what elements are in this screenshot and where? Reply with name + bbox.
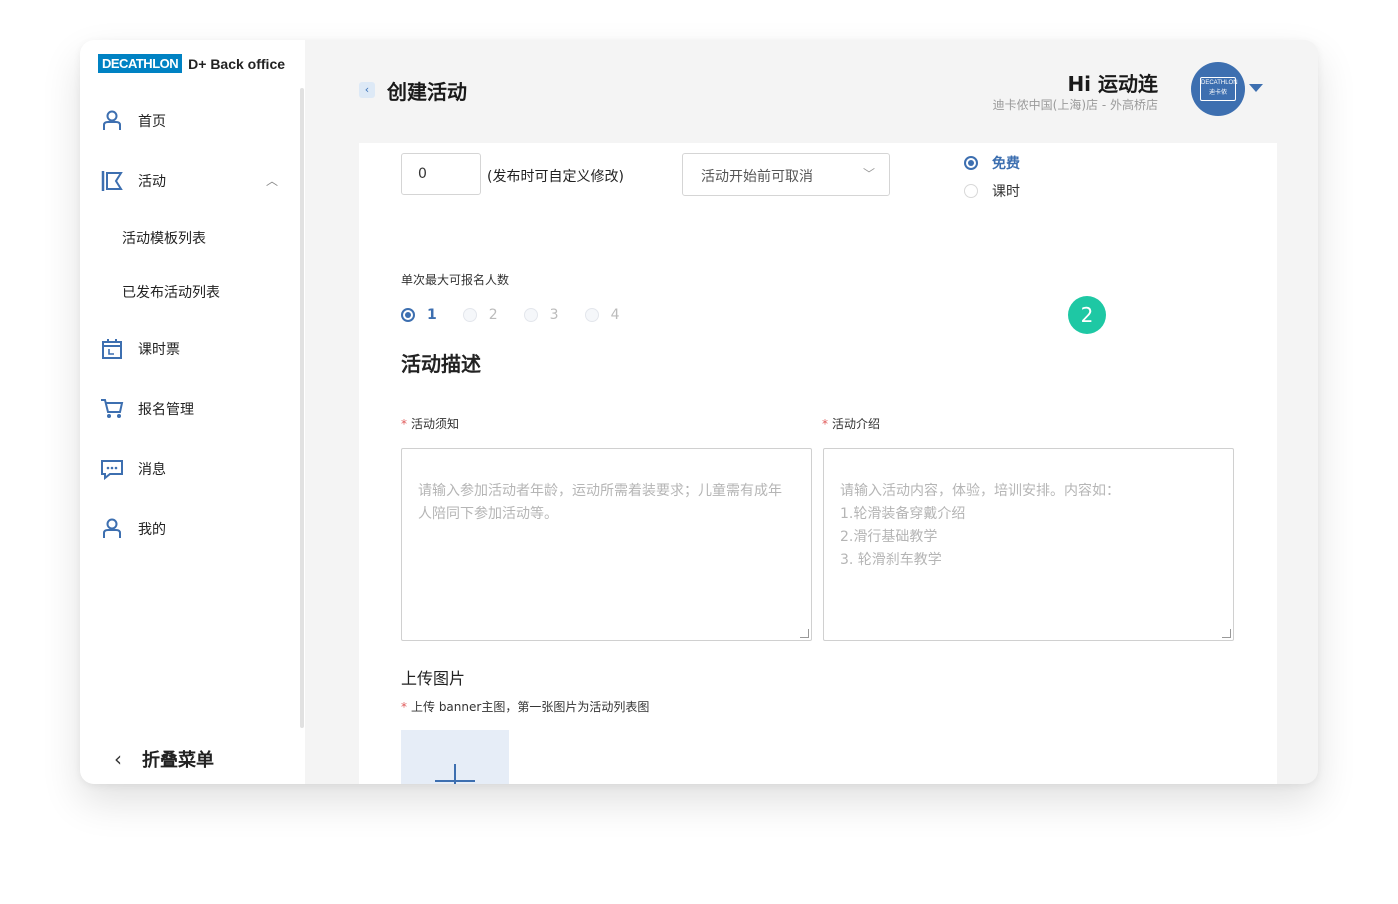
upload-hint-text: 上传 banner主图，第一张图片为活动列表图 xyxy=(411,700,650,714)
main-content: ‹ 创建活动 Hi 运动连 迪卡侬中国(上海)店 - 外高桥店 DECATHLO… xyxy=(305,40,1318,784)
required-mark: * xyxy=(401,700,407,714)
sidebar-item-label: 首页 xyxy=(138,114,166,130)
intro-placeholder: 请输入活动内容，体验，培训安排。内容如： 1.轮滑装备穿戴介绍 2.滑行基础教学… xyxy=(840,483,1120,568)
form-card: 0 (发布时可自定义修改) 活动开始前可取消 ﹀ 免费 课时 单次最大可报名人数… xyxy=(359,143,1277,784)
sidebar-item-mine[interactable]: 我的 xyxy=(100,514,166,544)
max-people-option-label: 4 xyxy=(610,307,620,323)
decathlon-logo: DECATHLON xyxy=(98,54,183,73)
caret-down-icon[interactable] xyxy=(1249,84,1263,92)
cancel-policy-select[interactable]: 活动开始前可取消 ﹀ xyxy=(682,153,890,196)
step-badge: 2 xyxy=(1068,296,1106,334)
intro-textarea[interactable]: 请输入活动内容，体验，培训安排。内容如： 1.轮滑装备穿戴介绍 2.滑行基础教学… xyxy=(823,448,1234,641)
chevron-down-icon: ﹀ xyxy=(862,167,875,181)
sidebar-item-lesson-tickets[interactable]: 课时票 xyxy=(100,334,180,364)
upload-image-button[interactable] xyxy=(401,730,509,784)
page-title: 创建活动 xyxy=(387,80,467,104)
avatar-logo: DECATHLON 迪卡侬 xyxy=(1200,77,1238,101)
calendar-icon xyxy=(100,337,124,361)
upload-hint: * 上传 banner主图，第一张图片为活动列表图 xyxy=(401,698,649,715)
avatar[interactable]: DECATHLON 迪卡侬 xyxy=(1191,62,1245,116)
notice-label: * 活动须知 xyxy=(401,415,459,432)
sidebar-item-label: 我的 xyxy=(138,522,166,538)
sidebar-subitem-templates[interactable]: 活动模板列表 xyxy=(122,228,206,248)
radio-disabled[interactable] xyxy=(523,308,538,322)
user-greeting: Hi 运动连 xyxy=(1067,72,1158,96)
brand: DECATHLON D+ Back office xyxy=(98,54,285,73)
max-people-option-label: 3 xyxy=(549,307,559,323)
resize-handle-icon[interactable] xyxy=(1222,629,1231,638)
store-name: 迪卡侬中国(上海)店 - 外高桥店 xyxy=(992,98,1158,112)
sidebar-item-label: 报名管理 xyxy=(138,402,194,418)
required-mark: * xyxy=(401,417,407,431)
price-option-free[interactable]: 免费 xyxy=(964,153,1020,173)
resize-handle-icon[interactable] xyxy=(800,629,809,638)
product-name: D+ Back office xyxy=(188,55,286,72)
required-mark: * xyxy=(822,417,828,431)
max-people-option-label: 2 xyxy=(488,307,498,323)
sidebar-item-label: 消息 xyxy=(138,462,166,478)
radio-disabled[interactable] xyxy=(584,308,599,322)
max-people-label: 单次最大可报名人数 xyxy=(401,273,510,287)
radio-unselected[interactable] xyxy=(964,184,978,198)
collapse-menu-label: 折叠菜单 xyxy=(142,750,214,771)
price-option-label: 课时 xyxy=(992,184,1020,200)
message-icon xyxy=(100,457,124,481)
sidebar-item-activity[interactable]: 活动 xyxy=(100,166,166,196)
max-people-radio-group: 1 2 3 4 xyxy=(401,307,646,323)
cancel-policy-value: 活动开始前可取消 xyxy=(701,169,813,185)
plus-icon-bar xyxy=(435,780,475,782)
app-window: DECATHLON D+ Back office 首页 活动 ︿ 活动模板列表 … xyxy=(80,40,1318,784)
notice-textarea[interactable]: 请输入参加活动者年龄，运动所需着装要求；儿童需有成年人陪同下参加活动等。 xyxy=(401,448,812,641)
price-option-lesson[interactable]: 课时 xyxy=(964,181,1020,201)
max-people-option-label: 1 xyxy=(427,307,437,323)
sidebar-item-home[interactable]: 首页 xyxy=(100,106,166,136)
back-button[interactable]: ‹ xyxy=(359,82,375,98)
cancel-days-input[interactable]: 0 xyxy=(401,153,481,195)
sidebar-item-registration[interactable]: 报名管理 xyxy=(100,394,194,424)
sidebar-scrollbar[interactable] xyxy=(300,88,304,728)
notice-placeholder: 请输入参加活动者年龄，运动所需着装要求；儿童需有成年人陪同下参加活动等。 xyxy=(418,483,782,522)
user-icon xyxy=(100,109,124,133)
sidebar-item-label: 活动 xyxy=(138,174,166,190)
sidebar-item-label: 课时票 xyxy=(138,342,180,358)
max-people-option-4[interactable]: 4 xyxy=(584,307,620,323)
sidebar-item-messages[interactable]: 消息 xyxy=(100,454,166,484)
radio-selected[interactable] xyxy=(401,308,415,322)
price-option-label: 免费 xyxy=(992,156,1020,172)
chevron-left-icon: ‹ xyxy=(114,747,122,771)
intro-label-text: 活动介绍 xyxy=(832,417,881,431)
radio-disabled[interactable] xyxy=(462,308,477,322)
section-title-description: 活动描述 xyxy=(401,352,481,376)
chevron-up-icon[interactable]: ︿ xyxy=(266,172,278,189)
intro-label: * 活动介绍 xyxy=(822,415,880,432)
cart-icon xyxy=(100,397,124,421)
collapse-menu-button[interactable]: ‹ 折叠菜单 xyxy=(114,746,214,772)
flag-icon xyxy=(100,169,124,193)
sidebar: DECATHLON D+ Back office 首页 活动 ︿ 活动模板列表 … xyxy=(80,40,305,784)
max-people-option-1[interactable]: 1 xyxy=(401,307,437,323)
sidebar-subitem-published[interactable]: 已发布活动列表 xyxy=(122,282,220,302)
upload-title: 上传图片 xyxy=(401,669,466,688)
max-people-option-2[interactable]: 2 xyxy=(462,307,498,323)
cancel-days-note: (发布时可自定义修改) xyxy=(487,169,624,185)
notice-label-text: 活动须知 xyxy=(411,417,460,431)
radio-selected[interactable] xyxy=(964,156,978,170)
max-people-option-3[interactable]: 3 xyxy=(523,307,559,323)
user-icon xyxy=(100,517,124,541)
